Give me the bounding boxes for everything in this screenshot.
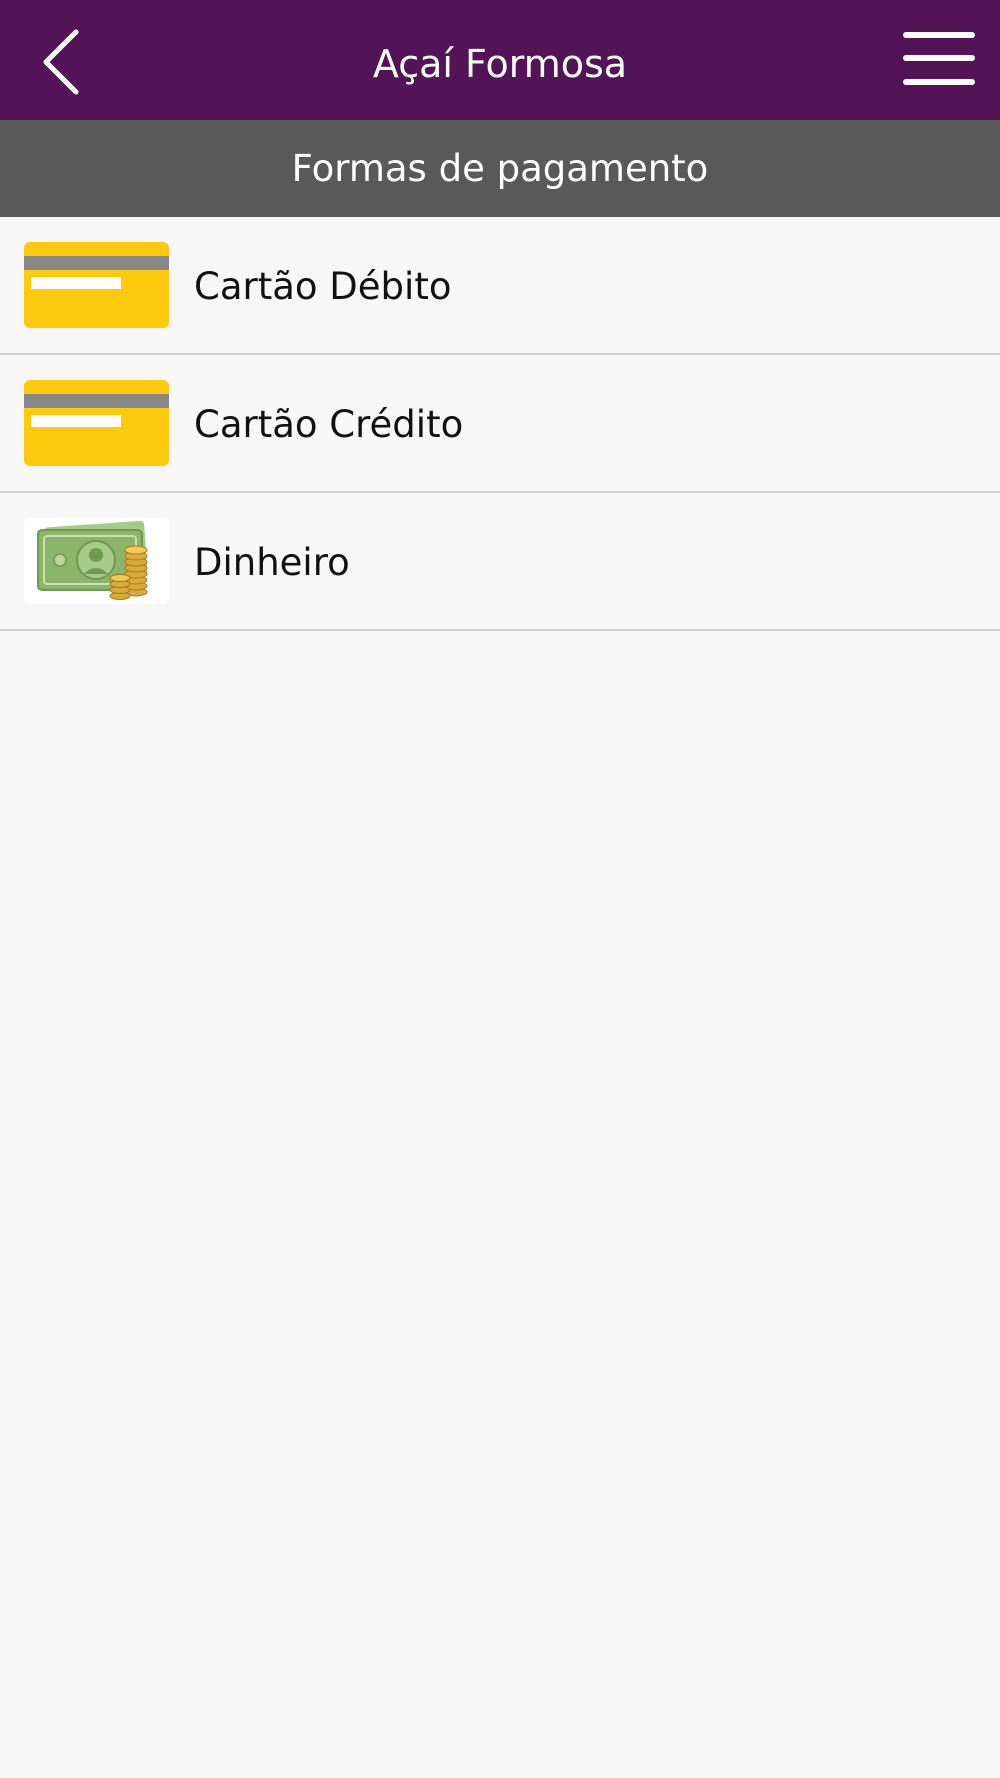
payment-method-label: Cartão Crédito <box>194 403 464 446</box>
credit-card-icon <box>24 242 169 328</box>
top-app-bar: Açaí Formosa <box>0 0 1000 120</box>
hamburger-menu-icon <box>903 32 975 85</box>
chevron-left-icon <box>43 29 79 95</box>
section-header: Formas de pagamento <box>0 120 1000 217</box>
payment-method-debit-card[interactable]: Cartão Débito <box>0 217 1000 355</box>
payment-method-label: Dinheiro <box>194 541 350 584</box>
credit-card-icon <box>24 380 169 466</box>
back-button[interactable] <box>30 20 100 100</box>
cash-money-icon <box>24 518 169 604</box>
app-screen: Açaí Formosa Formas de pagamento Cartão … <box>0 0 1000 1778</box>
payment-method-cash[interactable]: Dinheiro <box>0 493 1000 631</box>
menu-button[interactable] <box>895 28 980 90</box>
section-title: Formas de pagamento <box>291 147 709 190</box>
payment-methods-list: Cartão Débito Cartão Crédito Dinheiro <box>0 217 1000 631</box>
payment-method-label: Cartão Débito <box>194 265 452 308</box>
payment-method-credit-card[interactable]: Cartão Crédito <box>0 355 1000 493</box>
app-title: Açaí Formosa <box>372 42 628 86</box>
